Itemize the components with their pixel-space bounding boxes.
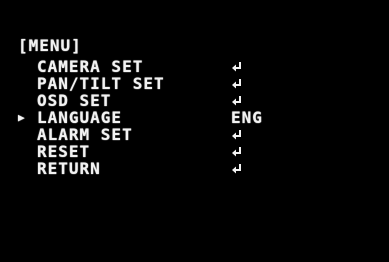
menu-item-label: CAMERA SET xyxy=(37,57,144,76)
enter-icon xyxy=(231,163,243,175)
menu-item-label: PAN/TILT SET xyxy=(37,74,165,93)
menu-item-label: RESET xyxy=(37,142,91,161)
menu-title: [MENU] xyxy=(18,36,82,55)
menu-item-label: LANGUAGE xyxy=(37,108,123,127)
menu-item-label: OSD SET xyxy=(37,91,112,110)
selection-cursor-icon: ▶ xyxy=(18,111,26,124)
enter-icon xyxy=(231,61,243,73)
osd-screen: [MENU] CAMERA SET PAN/TILT SET OSD SET ▶… xyxy=(0,0,389,262)
enter-icon xyxy=(231,95,243,107)
enter-icon xyxy=(231,146,243,158)
menu-item-label: ALARM SET xyxy=(37,125,133,144)
enter-icon xyxy=(231,78,243,90)
language-value: ENG xyxy=(231,108,263,127)
menu-item-label: RETURN xyxy=(37,159,101,178)
enter-icon xyxy=(231,129,243,141)
